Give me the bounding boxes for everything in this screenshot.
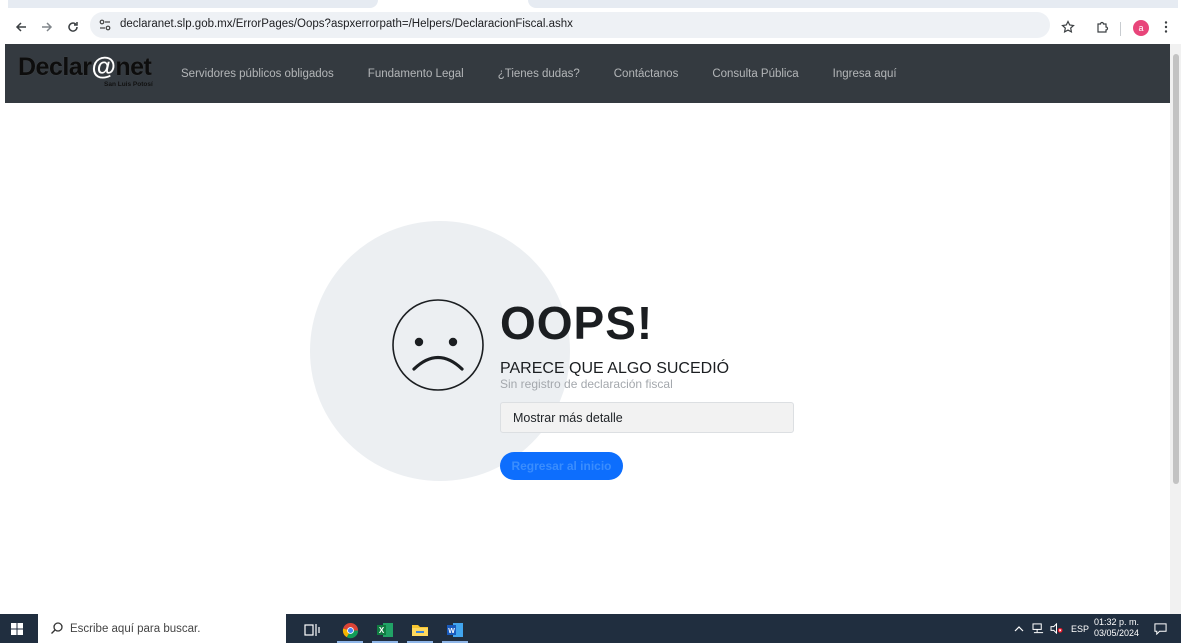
- svg-text:W: W: [448, 628, 455, 635]
- taskbar-search-placeholder: Escribe aquí para buscar.: [70, 623, 201, 635]
- nav-fundamento-legal[interactable]: Fundamento Legal: [368, 68, 464, 80]
- taskbar-search-box[interactable]: Escribe aquí para buscar.: [38, 614, 286, 643]
- sad-face-icon: [392, 299, 484, 391]
- nav-servidores-publicos[interactable]: Servidores públicos obligados: [181, 68, 334, 80]
- back-to-home-label: Regresar al inicio: [511, 459, 612, 473]
- excel-taskbar-icon[interactable]: X: [368, 617, 402, 643]
- profile-avatar[interactable]: a: [1133, 20, 1149, 36]
- page-scrollbar-thumb[interactable]: [1173, 54, 1179, 484]
- clock-date: 03/05/2024: [1094, 628, 1140, 638]
- browser-tab[interactable]: [8, 0, 378, 8]
- search-icon: [51, 622, 63, 634]
- language-indicator[interactable]: ESP: [1071, 614, 1089, 643]
- svg-text:X: X: [379, 626, 385, 635]
- address-bar[interactable]: declaranet.slp.gob.mx/ErrorPages/Oops?as…: [90, 12, 1050, 38]
- error-title: OOPS!: [500, 297, 654, 349]
- url-text[interactable]: declaranet.slp.gob.mx/ErrorPages/Oops?as…: [120, 18, 573, 30]
- toolbar-divider: [1120, 22, 1121, 36]
- taskbar-clock[interactable]: 01:32 p. m. 03/05/2024: [1094, 617, 1139, 639]
- back-arrow-icon[interactable]: [10, 16, 32, 38]
- bookmark-star-icon[interactable]: [1057, 16, 1079, 38]
- volume-muted-icon[interactable]: [1050, 614, 1063, 643]
- task-view-icon[interactable]: [295, 617, 329, 643]
- browser-tab[interactable]: [528, 0, 1178, 8]
- browser-menu-icon[interactable]: [1158, 16, 1174, 38]
- browser-tab-strip: [0, 0, 1181, 8]
- file-explorer-taskbar-icon[interactable]: [403, 617, 437, 643]
- nav-tienes-dudas[interactable]: ¿Tienes dudas?: [498, 68, 580, 80]
- error-subtitle: PARECE QUE ALGO SUCEDIÓ: [500, 360, 730, 377]
- windows-start-icon[interactable]: [8, 620, 26, 638]
- site-settings-icon[interactable]: [98, 18, 112, 32]
- extensions-puzzle-icon[interactable]: [1091, 16, 1113, 38]
- nav-contactanos[interactable]: Contáctanos: [614, 68, 679, 80]
- declaranet-logo[interactable]: Declar@net San Luis Potosí: [18, 52, 153, 94]
- back-to-home-button[interactable]: Regresar al inicio: [500, 452, 623, 480]
- word-taskbar-icon[interactable]: W: [438, 617, 472, 643]
- logo-subtitle: San Luis Potosí: [104, 81, 153, 88]
- show-hidden-icons-chevron-icon[interactable]: [1014, 614, 1024, 643]
- reload-icon[interactable]: [62, 16, 84, 38]
- forward-arrow-icon[interactable]: [36, 16, 58, 38]
- nav-ingresa-aqui[interactable]: Ingresa aquí: [833, 68, 897, 80]
- chrome-taskbar-icon[interactable]: [333, 617, 367, 643]
- site-navbar: Declar@net San Luis Potosí Servidores pú…: [5, 44, 1170, 103]
- error-message: Sin registro de declaración fiscal: [500, 377, 673, 391]
- nav-consulta-publica[interactable]: Consulta Pública: [712, 68, 798, 80]
- show-more-details-button[interactable]: Mostrar más detalle: [500, 402, 794, 433]
- notifications-icon[interactable]: [1154, 614, 1167, 643]
- clock-time: 01:32 p. m.: [1094, 617, 1140, 627]
- show-more-details-label: Mostrar más detalle: [513, 411, 623, 425]
- network-icon[interactable]: [1032, 614, 1045, 643]
- windows-taskbar: Escribe aquí para buscar. X W ESP 01:32 …: [0, 614, 1181, 643]
- browser-toolbar: declaranet.slp.gob.mx/ErrorPages/Oops?as…: [0, 8, 1181, 44]
- main-menu: Servidores públicos obligados Fundamento…: [181, 44, 931, 103]
